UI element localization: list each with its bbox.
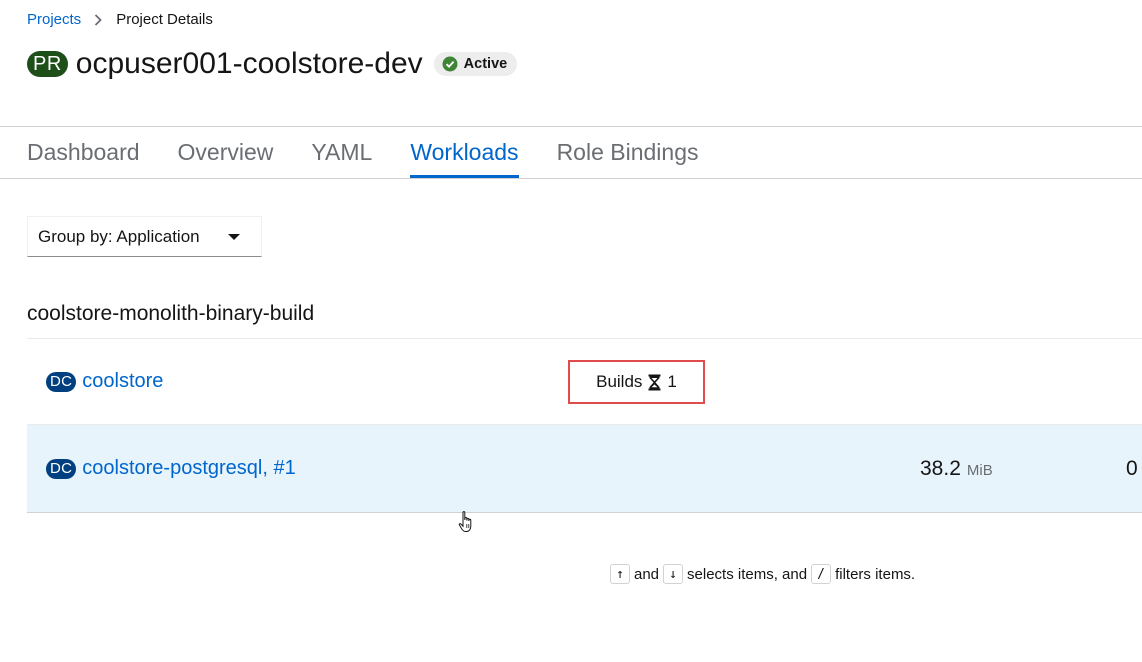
application-group-heading: coolstore-monolith-binary-build [27,302,315,325]
status-badge: Active [433,52,518,76]
arrow-up-key: ↑ [610,564,630,584]
hand-pointer-icon [458,510,476,541]
group-by-label: Group by: Application [38,226,200,246]
builds-label: Builds [596,372,643,391]
chevron-right-icon [94,13,102,26]
revision-link[interactable]: #1 [273,457,295,480]
tab-role-bindings[interactable]: Role Bindings [557,127,699,178]
hourglass-icon [648,374,661,391]
status-text: Active [463,56,508,72]
memory-unit: MiB [966,462,993,479]
memory-usage: 38.2 MiB [920,425,993,512]
dc-resource-badge: DC [46,371,77,392]
tab-overview[interactable]: Overview [178,127,274,178]
workload-row[interactable]: DC coolstore Builds 1 [27,339,1142,425]
breadcrumb: Projects Project Details [27,11,213,28]
builds-count: 1 [667,372,677,391]
tabs-bottom-divider [0,178,1142,179]
hint-and: and [634,565,660,583]
hint-filters: filters items. [835,565,916,583]
hint-selects: selects items, and [687,565,808,583]
caret-down-icon [228,233,240,240]
tab-dashboard[interactable]: Dashboard [27,127,140,178]
memory-value: 38.2 [920,456,961,480]
cpu-usage: 0 [1126,456,1138,480]
breadcrumb-projects-link[interactable]: Projects [27,11,81,28]
keyboard-hint: ↑ and ↓ selects items, and / filters ite… [610,564,919,584]
resource-link-coolstore-postgresql[interactable]: coolstore-postgresql [82,457,262,480]
resource-item: DC coolstore [46,339,163,424]
builds-status[interactable]: Builds 1 [568,360,705,404]
resource-item: DC coolstore-postgresql, #1 [46,425,296,512]
group-by-dropdown[interactable]: Group by: Application [27,216,262,257]
slash-key: / [811,564,832,584]
resource-separator: , [262,457,268,479]
tab-workloads[interactable]: Workloads [410,127,519,178]
tab-yaml[interactable]: YAML [311,127,372,178]
arrow-down-key: ↓ [663,564,684,584]
page-title: ocpuser001-coolstore-dev [75,47,423,80]
check-circle-icon [442,56,458,72]
tab-bar: Dashboard Overview YAML Workloads Role B… [27,127,736,178]
dc-resource-badge: DC [46,458,77,479]
workload-row[interactable]: DC coolstore-postgresql, #1 38.2 MiB 0 [27,425,1142,513]
breadcrumb-current: Project Details [116,11,213,28]
page-header: PR ocpuser001-coolstore-dev Active [27,44,518,84]
project-resource-badge: PR [27,51,68,77]
resource-link-coolstore[interactable]: coolstore [82,370,163,393]
